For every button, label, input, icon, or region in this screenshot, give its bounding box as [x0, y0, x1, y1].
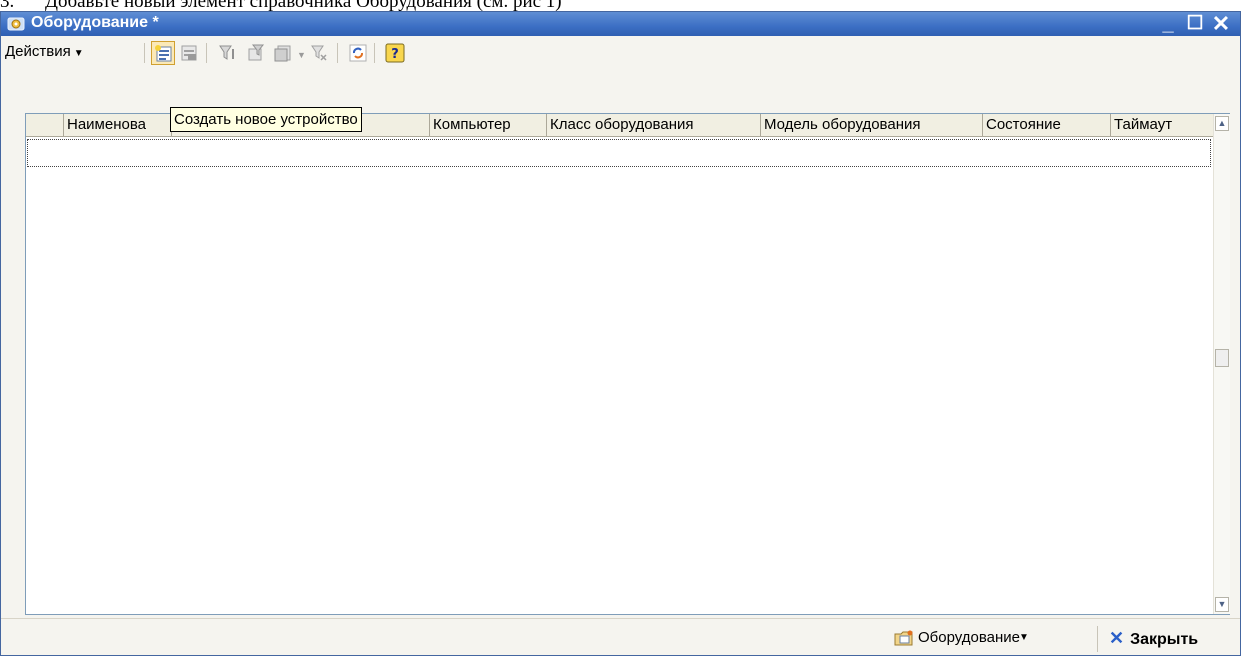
equipment-icon — [7, 17, 25, 31]
step-text: Добавьте новый элемент справочника Обору… — [45, 0, 562, 11]
footer-separator — [1097, 626, 1098, 652]
clear-filter-button[interactable] — [307, 41, 331, 65]
step-number: 3. — [0, 0, 15, 11]
chevron-down-icon: ▼ — [73, 48, 84, 59]
filter-settings-button[interactable] — [244, 41, 268, 65]
vertical-scrollbar[interactable]: ▲ ▼ — [1213, 114, 1230, 614]
toolbar-separator — [144, 43, 145, 63]
column-header-name[interactable]: Наименова — [64, 114, 172, 136]
actions-label: Действия — [5, 43, 71, 60]
document-instruction: 3. Добавьте новый элемент справочника Об… — [0, 0, 1241, 11]
window-title: Оборудование — [31, 14, 149, 31]
scroll-down-button[interactable]: ▼ — [1215, 597, 1229, 612]
table-row-focused-empty[interactable] — [27, 139, 1211, 167]
filter-settings-icon — [248, 44, 265, 61]
create-device-tooltip: Создать новое устройство — [170, 107, 362, 132]
svg-text:?: ? — [391, 47, 399, 62]
toolbar-separator — [374, 43, 375, 63]
filter-by-value-button[interactable] — [215, 41, 239, 65]
close-label: Закрыть — [1130, 631, 1199, 648]
footer-divider — [1, 618, 1240, 619]
help-button[interactable]: ? — [383, 41, 407, 65]
maximize-button[interactable]: ☐ — [1184, 13, 1206, 35]
close-button[interactable]: ✕ Закрыть — [1109, 628, 1198, 649]
refresh-icon — [349, 44, 367, 62]
equipment-folder-icon — [894, 630, 913, 646]
scroll-thumb[interactable] — [1215, 349, 1229, 367]
column-header-equipment-class[interactable]: Класс оборудования — [547, 114, 761, 136]
equipment-table[interactable]: Наименова Компьютер Класс оборудования М… — [25, 113, 1230, 615]
filter-history-button[interactable] — [271, 41, 295, 65]
toolbar: Действия ▼ ▼ ? — [1, 37, 1240, 69]
chevron-down-icon: ▼ — [1019, 632, 1029, 643]
toolbar-separator — [337, 43, 338, 63]
chevron-down-icon[interactable]: ▼ — [297, 50, 306, 60]
help-icon: ? — [385, 43, 405, 63]
window-close-button[interactable]: ✕ — [1210, 13, 1232, 35]
modified-indicator: * — [152, 14, 159, 31]
clear-filter-icon — [311, 45, 327, 61]
column-header-status[interactable]: Состояние — [983, 114, 1111, 136]
column-header-computer[interactable]: Компьютер — [430, 114, 547, 136]
filter-by-value-icon — [219, 45, 234, 60]
scroll-up-button[interactable]: ▲ — [1215, 116, 1229, 131]
column-header-timeout[interactable]: Таймаут — [1111, 114, 1214, 136]
filter-history-icon — [274, 45, 291, 62]
equipment-menu-label: Оборудование — [918, 629, 1021, 646]
actions-menu-button[interactable]: Действия ▼ — [5, 43, 84, 65]
close-icon: ✕ — [1109, 628, 1125, 648]
create-group-button[interactable] — [177, 41, 201, 65]
create-new-button[interactable] — [151, 41, 175, 65]
title-bar[interactable]: Оборудование * _ ☐ ✕ — [1, 12, 1240, 36]
column-header-equipment-model[interactable]: Модель оборудования — [761, 114, 983, 136]
create-group-icon — [181, 45, 197, 61]
minimize-button[interactable]: _ — [1157, 13, 1179, 35]
create-new-icon — [155, 45, 172, 62]
toolbar-separator — [206, 43, 207, 63]
refresh-button[interactable] — [346, 41, 370, 65]
column-header-marker[interactable] — [26, 114, 64, 136]
